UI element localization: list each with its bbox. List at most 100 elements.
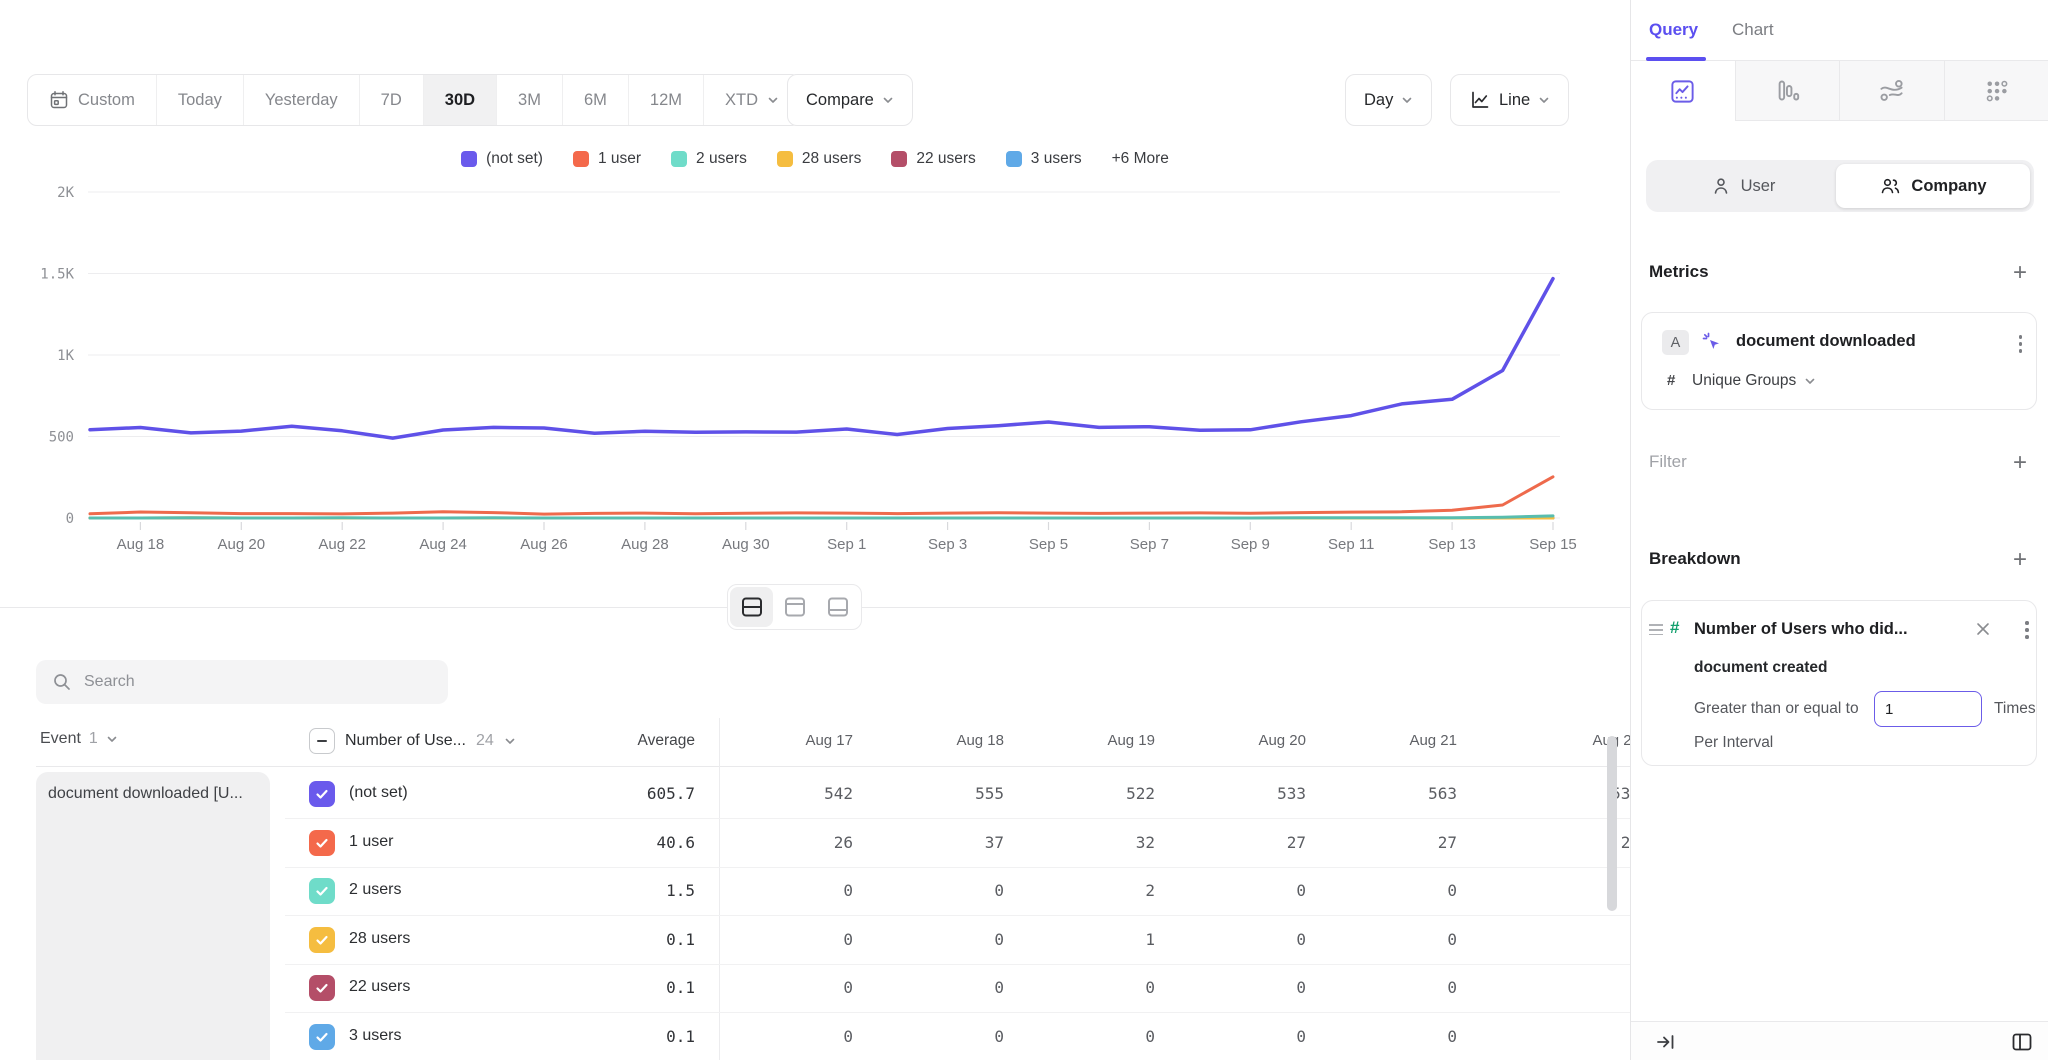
chevron-down-icon (882, 94, 894, 106)
add-filter-button[interactable]: + (2008, 452, 2032, 476)
table-row[interactable]: 28 users 0.1 0 0 1 0 0 0 (285, 916, 1630, 965)
line-chart-plot[interactable]: 05001K1.5K2KAug 18Aug 20Aug 22Aug 24Aug … (0, 170, 1630, 580)
metric-event-name[interactable]: document downloaded (1736, 332, 1916, 351)
legend-more-link[interactable]: +6 More (1112, 150, 1169, 168)
table-row[interactable]: (not set) 605.7 542 555 522 533 563 533 (285, 770, 1630, 819)
event-column-header[interactable]: Event 1 (40, 730, 118, 748)
range-yesterday-button[interactable]: Yesterday (243, 75, 359, 125)
range-today-button[interactable]: Today (156, 75, 243, 125)
search-input[interactable] (84, 673, 448, 691)
tab-query[interactable]: Query (1649, 20, 1698, 40)
series-checkbox[interactable] (309, 927, 335, 953)
legend-item[interactable]: 28 users (777, 150, 861, 168)
svg-text:0: 0 (66, 511, 74, 527)
legend-item[interactable]: 3 users (1006, 150, 1082, 168)
legend-item[interactable]: (not set) (461, 150, 543, 168)
cell-value: 0 (1176, 881, 1306, 900)
series-header-label[interactable]: Number of Use... (345, 732, 466, 750)
breakdown-event-name[interactable]: document created (1694, 659, 1828, 677)
svg-text:Aug 28: Aug 28 (621, 536, 669, 553)
chart-type-dropdown[interactable]: Line (1450, 74, 1569, 126)
cell-value: 563 (1327, 784, 1457, 803)
collapse-panel-icon[interactable] (1655, 1031, 1677, 1053)
cell-value: 533 (1176, 784, 1306, 803)
cell-value: 555 (874, 784, 1004, 803)
event-name-cell[interactable]: document downloaded [U... (36, 772, 270, 1060)
table-row[interactable]: 22 users 0.1 0 0 0 0 0 0 (285, 964, 1630, 1013)
compare-button[interactable]: Compare (787, 74, 913, 126)
series-checkbox[interactable] (309, 975, 335, 1001)
legend-swatch (461, 151, 477, 167)
table-row[interactable]: 2 users 1.5 0 0 2 0 0 0 (285, 867, 1630, 916)
legend-item[interactable]: 1 user (573, 150, 641, 168)
tab-bar-chart[interactable] (1736, 61, 1841, 121)
breakdown-card[interactable]: # Number of Users who did... document cr… (1641, 600, 2037, 766)
split-view-icon (740, 596, 764, 618)
table-scrollbar[interactable] (1607, 736, 1617, 911)
svg-text:Sep 7: Sep 7 (1130, 536, 1169, 553)
range-30d-button[interactable]: 30D (423, 75, 496, 125)
top-pane-icon (783, 596, 807, 618)
measure-dropdown[interactable]: Unique Groups (1692, 372, 1816, 390)
check-icon (315, 884, 329, 898)
cell-value: 0 (1510, 930, 1630, 949)
interval-dropdown[interactable]: Day (1345, 74, 1432, 126)
table-row[interactable]: 1 user 40.6 26 37 32 27 27 25 (285, 819, 1630, 868)
legend-item[interactable]: 2 users (671, 150, 747, 168)
dots-grid-icon (1983, 77, 2010, 104)
tab-chart[interactable]: Chart (1732, 20, 1774, 40)
times-input[interactable] (1874, 691, 1982, 727)
range-12m-button[interactable]: 12M (628, 75, 703, 125)
cell-value: 0 (1025, 1027, 1155, 1046)
company-toggle-option[interactable]: Company (1836, 164, 2030, 208)
metric-card[interactable]: A document downloaded # Unique Groups (1641, 312, 2037, 410)
breakdown-title[interactable]: Number of Users who did... (1694, 620, 1908, 639)
tab-line-chart[interactable] (1631, 61, 1736, 121)
series-checkbox[interactable] (309, 830, 335, 856)
series-checkbox[interactable] (309, 878, 335, 904)
series-checkbox[interactable] (309, 781, 335, 807)
svg-text:Aug 30: Aug 30 (722, 536, 770, 553)
layout-table-only-button[interactable] (816, 587, 859, 627)
series-label: (not set) (349, 784, 408, 802)
cell-value: 27 (1327, 833, 1457, 852)
drag-handle-icon[interactable] (1649, 621, 1663, 638)
event-spark-icon (1700, 330, 1724, 354)
kebab-menu-icon[interactable] (2025, 621, 2029, 639)
kebab-menu-icon[interactable] (2019, 335, 2023, 353)
query-panel: Query Chart User Company Metrics + A d (1630, 0, 2048, 1060)
close-icon[interactable] (1975, 621, 1991, 637)
range-xtd-button[interactable]: XTD (703, 75, 800, 125)
date-column-header: Aug 20 (1176, 732, 1306, 749)
times-label: Times (1994, 700, 2036, 718)
legend-item[interactable]: 22 users (891, 150, 975, 168)
cell-value: 37 (874, 833, 1004, 852)
metrics-header: Metrics (1649, 262, 1709, 282)
cell-value: 0 (723, 930, 853, 949)
range-6m-button[interactable]: 6M (562, 75, 628, 125)
add-breakdown-button[interactable]: + (2008, 549, 2032, 573)
line-chart-icon (1669, 78, 1696, 105)
cell-value: 0 (874, 881, 1004, 900)
add-metric-button[interactable]: + (2008, 262, 2032, 286)
range-7d-button[interactable]: 7D (359, 75, 423, 125)
average-value: 0.1 (545, 978, 695, 997)
series-checkbox[interactable] (309, 1024, 335, 1050)
user-toggle-option[interactable]: User (1646, 160, 1840, 212)
flow-icon (1878, 77, 1905, 104)
table-row[interactable]: 3 users 0.1 0 0 0 0 0 0 (285, 1013, 1630, 1060)
layout-chart-only-button[interactable] (773, 587, 816, 627)
layout-split-button[interactable] (730, 587, 773, 627)
check-icon (315, 981, 329, 995)
tab-flow-chart[interactable] (1840, 61, 1945, 121)
sidebar-layout-icon[interactable] (2010, 1030, 2034, 1054)
cell-value: 0 (1327, 1027, 1457, 1046)
chevron-down-icon[interactable] (504, 735, 516, 747)
select-all-checkbox[interactable] (309, 728, 335, 754)
breakdown-hash-icon: # (1670, 618, 1679, 638)
range-custom-button[interactable]: Custom (28, 75, 156, 125)
cell-value: 0 (874, 978, 1004, 997)
svg-text:Sep 1: Sep 1 (827, 536, 866, 553)
tab-more-charts[interactable] (1945, 61, 2048, 121)
range-3m-button[interactable]: 3M (496, 75, 562, 125)
